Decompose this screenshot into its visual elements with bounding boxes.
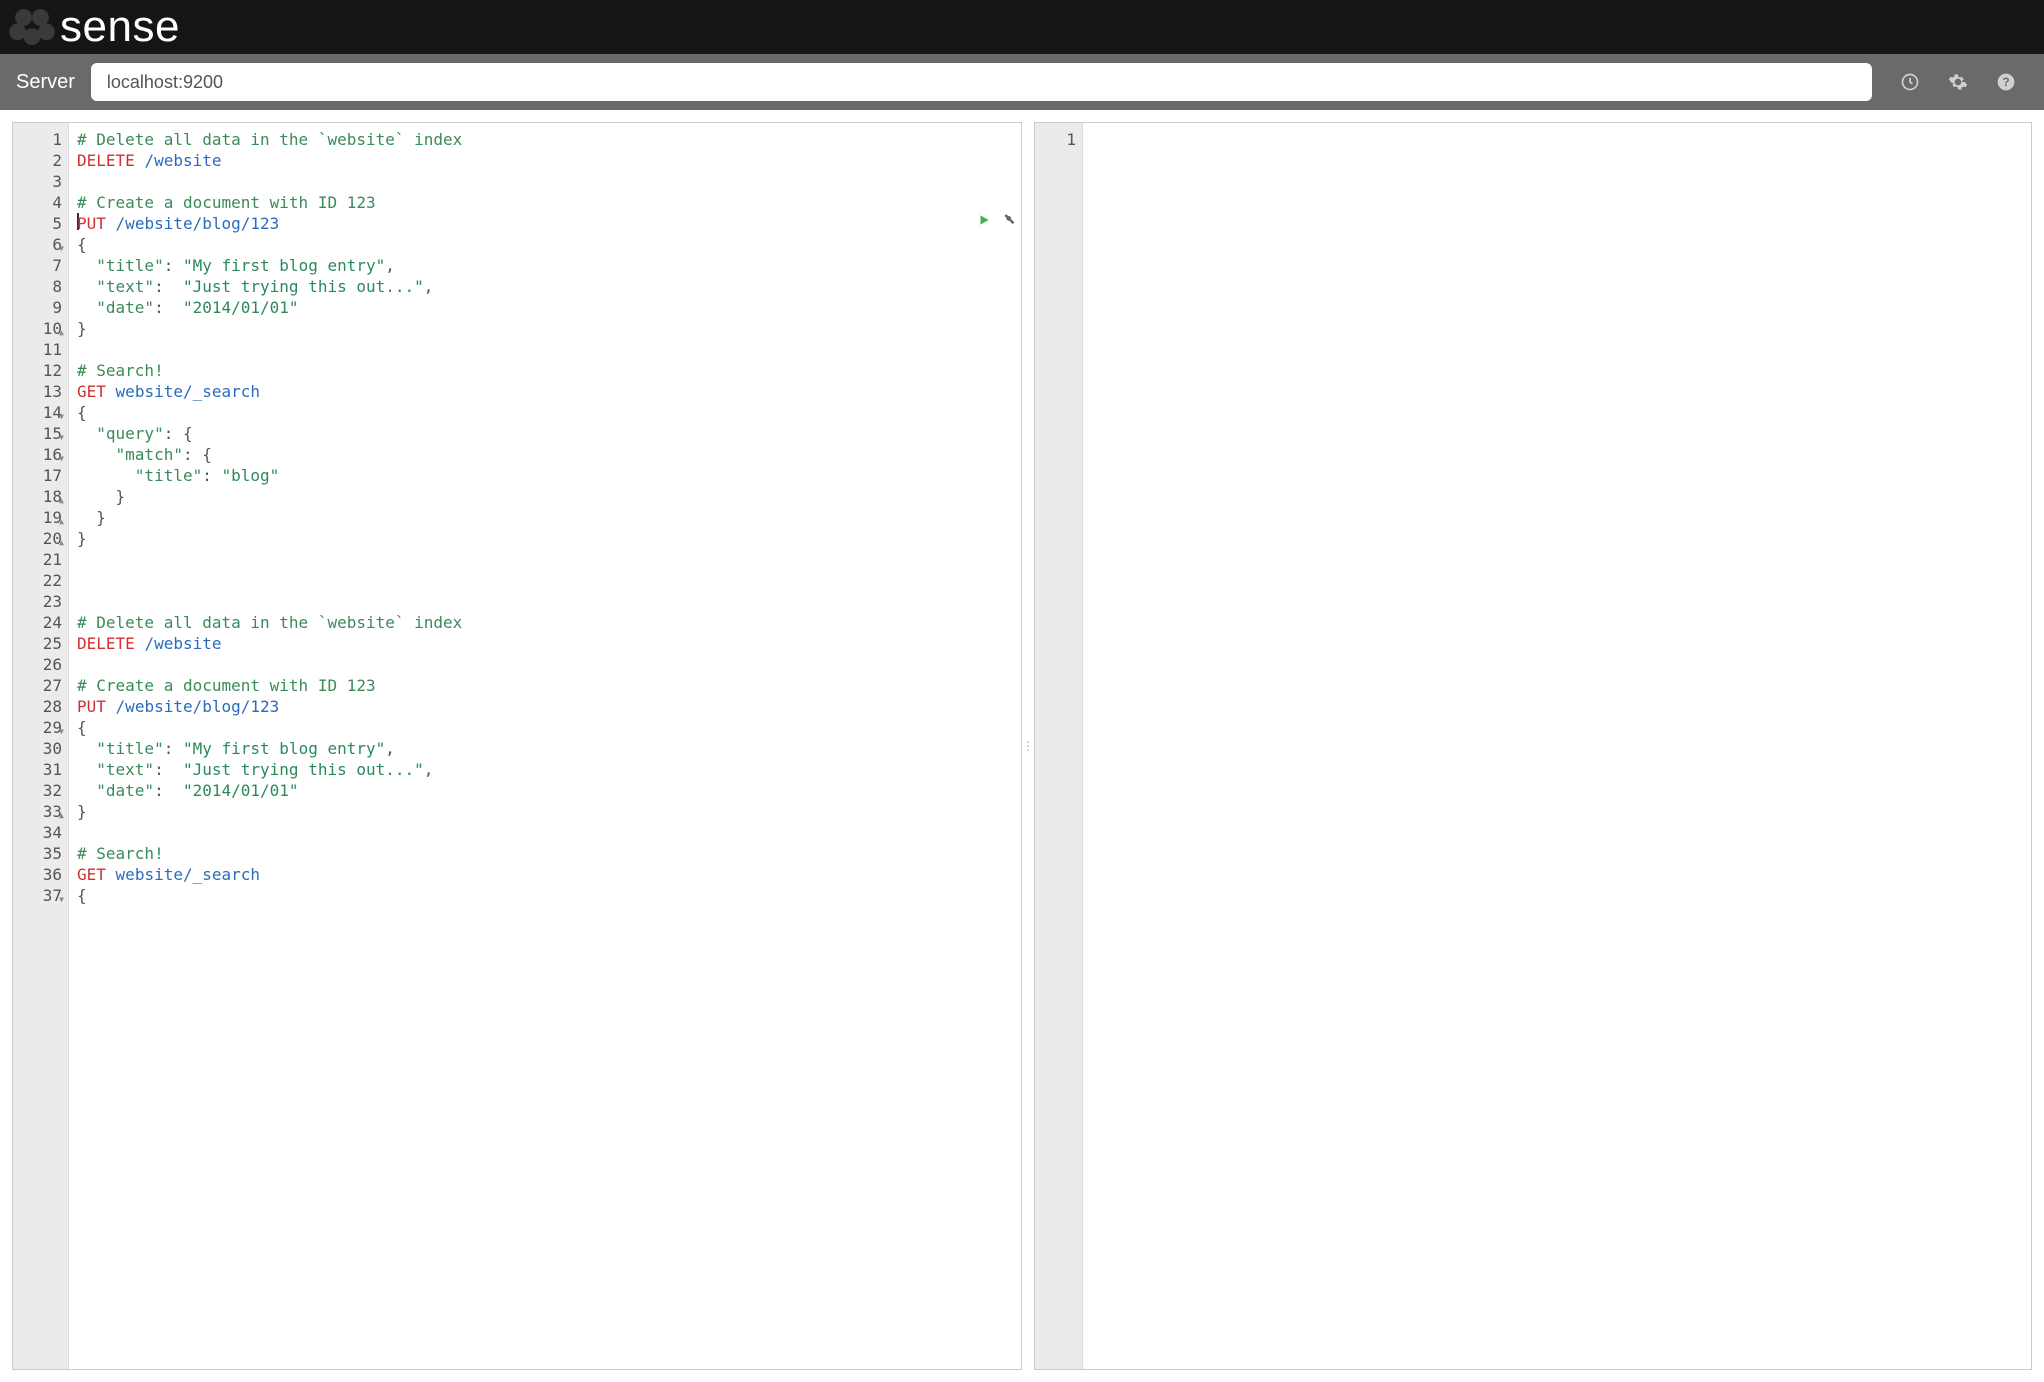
code-line[interactable]: GET website/_search bbox=[77, 864, 1013, 885]
code-line[interactable]: "text": "Just trying this out...", bbox=[77, 276, 1013, 297]
gutter-line: 18▲ bbox=[13, 486, 62, 507]
gutter-line: 9 bbox=[13, 297, 62, 318]
code-line[interactable]: { bbox=[77, 717, 1013, 738]
code-line[interactable]: } bbox=[77, 528, 1013, 549]
code-line[interactable]: # Search! bbox=[77, 360, 1013, 381]
app-title: sense bbox=[60, 2, 180, 52]
code-line[interactable]: { bbox=[77, 234, 1013, 255]
code-line[interactable]: "match": { bbox=[77, 444, 1013, 465]
code-line[interactable]: } bbox=[77, 507, 1013, 528]
gutter-line: 32 bbox=[13, 780, 62, 801]
fold-open-icon[interactable]: ▼ bbox=[59, 889, 64, 910]
gutter-line: 15▼ bbox=[13, 423, 62, 444]
code-line[interactable] bbox=[77, 549, 1013, 570]
code-line[interactable] bbox=[1091, 129, 2023, 150]
gutter-line: 37▼ bbox=[13, 885, 62, 906]
gutter-line: 16▼ bbox=[13, 444, 62, 465]
app-header: sense bbox=[0, 0, 2044, 54]
gutter-line: 10▲ bbox=[13, 318, 62, 339]
gutter-line: 19▲ bbox=[13, 507, 62, 528]
code-line[interactable]: } bbox=[77, 486, 1013, 507]
code-line[interactable]: "title": "blog" bbox=[77, 465, 1013, 486]
gutter-line: 13 bbox=[13, 381, 62, 402]
code-line[interactable]: GET website/_search bbox=[77, 381, 1013, 402]
code-line[interactable]: } bbox=[77, 318, 1013, 339]
code-line[interactable] bbox=[77, 654, 1013, 675]
gutter-line: 20▲ bbox=[13, 528, 62, 549]
code-line[interactable] bbox=[77, 339, 1013, 360]
gutter-line: 17 bbox=[13, 465, 62, 486]
code-line[interactable]: "date": "2014/01/01" bbox=[77, 780, 1013, 801]
gutter-line: 26 bbox=[13, 654, 62, 675]
response-pane: 1 bbox=[1034, 122, 2032, 1370]
response-gutter: 1 bbox=[1035, 123, 1083, 1369]
code-line[interactable]: "title": "My first blog entry", bbox=[77, 738, 1013, 759]
help-icon[interactable]: ? bbox=[1996, 72, 2016, 92]
code-line[interactable]: { bbox=[77, 885, 1013, 906]
code-line[interactable]: "date": "2014/01/01" bbox=[77, 297, 1013, 318]
code-line[interactable]: DELETE /website bbox=[77, 633, 1013, 654]
gutter-line: 27 bbox=[13, 675, 62, 696]
gutter-line: 5 bbox=[13, 213, 62, 234]
logo-icon bbox=[8, 3, 56, 51]
gutter-line: 1 bbox=[1035, 129, 1076, 150]
gutter-line: 4 bbox=[13, 192, 62, 213]
request-editor-pane: 123456▼78910▲11121314▼15▼16▼1718▲19▲20▲2… bbox=[12, 122, 1022, 1370]
code-line[interactable] bbox=[77, 171, 1013, 192]
gutter-line: 33▲ bbox=[13, 801, 62, 822]
gutter-line: 2 bbox=[13, 150, 62, 171]
gutter-line: 35 bbox=[13, 843, 62, 864]
gutter-line: 24 bbox=[13, 612, 62, 633]
code-line[interactable]: "title": "My first blog entry", bbox=[77, 255, 1013, 276]
code-line[interactable]: PUT /website/blog/123 bbox=[77, 213, 1013, 234]
response-viewer[interactable] bbox=[1083, 123, 2031, 1369]
code-line[interactable] bbox=[77, 570, 1013, 591]
gutter-line: 36 bbox=[13, 864, 62, 885]
gutter-line: 30 bbox=[13, 738, 62, 759]
gutter-line: 34 bbox=[13, 822, 62, 843]
gutter-line: 31 bbox=[13, 759, 62, 780]
history-icon[interactable] bbox=[1900, 72, 1920, 92]
code-line[interactable]: # Create a document with ID 123 bbox=[77, 192, 1013, 213]
gutter-line: 28 bbox=[13, 696, 62, 717]
gutter-line: 29▼ bbox=[13, 717, 62, 738]
code-line[interactable] bbox=[77, 822, 1013, 843]
gutter-line: 3 bbox=[13, 171, 62, 192]
gutter-line: 7 bbox=[13, 255, 62, 276]
code-line[interactable]: # Create a document with ID 123 bbox=[77, 675, 1013, 696]
svg-text:?: ? bbox=[2002, 76, 2009, 89]
code-line[interactable]: "query": { bbox=[77, 423, 1013, 444]
server-input[interactable] bbox=[91, 63, 1872, 101]
gutter-line: 12 bbox=[13, 360, 62, 381]
server-label: Server bbox=[16, 71, 75, 94]
gutter-line: 23 bbox=[13, 591, 62, 612]
gutter-line: 11 bbox=[13, 339, 62, 360]
code-line[interactable]: # Delete all data in the `website` index bbox=[77, 129, 1013, 150]
code-line[interactable]: DELETE /website bbox=[77, 150, 1013, 171]
settings-icon[interactable] bbox=[1948, 72, 1968, 92]
gutter-line: 6▼ bbox=[13, 234, 62, 255]
request-editor[interactable]: # Delete all data in the `website` index… bbox=[69, 123, 1021, 1369]
editor-gutter: 123456▼78910▲11121314▼15▼16▼1718▲19▲20▲2… bbox=[13, 123, 69, 1369]
code-line[interactable]: "text": "Just trying this out...", bbox=[77, 759, 1013, 780]
gutter-line: 25 bbox=[13, 633, 62, 654]
gutter-line: 22 bbox=[13, 570, 62, 591]
gutter-line: 1 bbox=[13, 129, 62, 150]
gutter-line: 8 bbox=[13, 276, 62, 297]
code-line[interactable]: # Search! bbox=[77, 843, 1013, 864]
pane-splitter[interactable]: ⋮ bbox=[1022, 122, 1034, 1370]
code-line[interactable] bbox=[77, 591, 1013, 612]
toolbar: Server ? bbox=[0, 54, 2044, 110]
gutter-line: 21 bbox=[13, 549, 62, 570]
code-line[interactable]: { bbox=[77, 402, 1013, 423]
code-line[interactable]: PUT /website/blog/123 bbox=[77, 696, 1013, 717]
gutter-line: 14▼ bbox=[13, 402, 62, 423]
main-area: 123456▼78910▲11121314▼15▼16▼1718▲19▲20▲2… bbox=[0, 110, 2044, 1382]
code-line[interactable]: } bbox=[77, 801, 1013, 822]
code-line[interactable]: # Delete all data in the `website` index bbox=[77, 612, 1013, 633]
